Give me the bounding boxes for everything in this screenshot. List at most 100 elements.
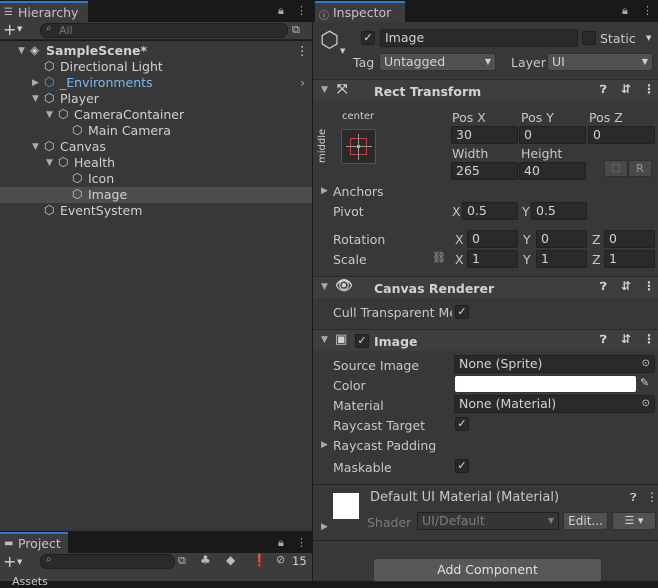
height-field[interactable]: 40	[519, 162, 586, 180]
open-prefab-arrow-icon[interactable]: ›	[300, 75, 305, 91]
help-icon[interactable]: ❓︎	[600, 333, 607, 347]
hierarchy-item[interactable]: ▼ ⬡ Canvas	[0, 139, 312, 155]
static-checkbox[interactable]	[582, 31, 596, 45]
layer-dropdown[interactable]: UI ▼	[547, 53, 653, 71]
preset-icon[interactable]: ⇵	[621, 279, 631, 293]
preset-icon[interactable]: ⇵	[621, 82, 631, 96]
object-name-field[interactable]: Image	[380, 29, 578, 47]
posx-field[interactable]: 30	[451, 126, 518, 144]
search-by-type-icon[interactable]: ⧉	[178, 554, 186, 568]
add-component-button[interactable]: Add Component	[373, 558, 602, 582]
blueprint-mode-button[interactable]: ⬚	[604, 160, 628, 177]
hierarchy-item[interactable]: ⬡ EventSystem	[0, 203, 312, 219]
posy-field[interactable]: 0	[519, 126, 586, 144]
add-button[interactable]: +	[3, 552, 16, 571]
more-menu-icon[interactable]: ⋮	[643, 332, 655, 346]
tab-hierarchy[interactable]: ☰ Hierarchy	[0, 1, 88, 22]
width-field[interactable]: 265	[451, 162, 518, 180]
lock-icon[interactable]: 🔒︎	[278, 4, 284, 18]
source-image-field[interactable]: None (Sprite) ⊙	[454, 355, 655, 373]
scene-visibility-icon[interactable]: ⧉	[292, 23, 300, 37]
hierarchy-item[interactable]: ▼ ⬡ Health	[0, 155, 312, 171]
add-button[interactable]: +	[3, 20, 16, 39]
hidden-count-icon[interactable]: ⊘	[276, 553, 285, 566]
help-icon[interactable]: ❓︎	[630, 491, 637, 505]
more-menu-icon[interactable]: ⋮	[296, 4, 307, 17]
eyedropper-icon[interactable]: ✎	[640, 376, 649, 389]
dropdown-icon[interactable]: ▼	[17, 558, 22, 566]
image-component-header[interactable]: ▼ ▣ ✓ Image ❓︎ ⇵ ⋮	[313, 329, 658, 351]
maskable-checkbox[interactable]: ✓	[455, 459, 469, 473]
layer-label: Layer	[511, 55, 546, 70]
shader-dropdown[interactable]: UI/Default ▼	[417, 512, 559, 530]
lock-icon[interactable]: 🔒︎	[622, 4, 628, 18]
scene-menu-icon[interactable]: ⋮	[296, 43, 309, 59]
anchors-label[interactable]: Anchors	[333, 184, 384, 199]
filter-icon[interactable]: ♣	[200, 553, 211, 567]
raycast-padding-label[interactable]: Raycast Padding	[333, 438, 436, 453]
scale-y-field[interactable]: 1	[536, 250, 587, 268]
foldout-expanded-icon[interactable]: ▼	[46, 155, 53, 171]
more-menu-icon[interactable]: ⋮	[642, 4, 653, 17]
object-picker-icon[interactable]: ⊙	[642, 396, 650, 412]
raycast-target-checkbox[interactable]: ✓	[455, 417, 469, 431]
project-toolbar: + ▼ ⌕ ⧉ ♣ ◆ ❗ ⊘ 15 Assets	[0, 552, 312, 588]
foldout-expanded-icon[interactable]: ▼	[32, 91, 39, 107]
hierarchy-item[interactable]: ⬡ Image	[0, 187, 312, 203]
shader-options-button[interactable]: ☰ ▾	[612, 512, 656, 530]
foldout-expanded-icon[interactable]: ▼	[32, 139, 39, 155]
foldout-expanded-icon[interactable]: ▼	[18, 43, 25, 59]
icon-dropdown[interactable]: ▼	[340, 47, 345, 55]
label-icon[interactable]: ◆	[226, 553, 235, 567]
rot-x-field[interactable]: 0	[467, 230, 518, 248]
tag-dropdown[interactable]: Untagged ▼	[379, 53, 496, 71]
constrain-proportions-icon[interactable]: ⛓︎	[432, 251, 446, 264]
pivot-y-field[interactable]: 0.5	[531, 202, 587, 220]
lock-icon[interactable]: 🔒︎	[278, 536, 284, 550]
color-swatch[interactable]	[455, 376, 636, 392]
raycast-padding-foldout-icon[interactable]: ▶	[321, 440, 328, 450]
material-field[interactable]: None (Material) ⊙	[454, 395, 655, 413]
edit-shader-button[interactable]: Edit...	[563, 512, 608, 530]
raw-edit-button[interactable]: R	[628, 160, 652, 177]
hierarchy-item[interactable]: ▼ ⬡ CameraContainer	[0, 107, 312, 123]
scale-x-field[interactable]: 1	[467, 250, 518, 268]
hierarchy-item[interactable]: ⬡ Main Camera	[0, 123, 312, 139]
preset-icon[interactable]: ⇵	[621, 332, 631, 346]
static-dropdown-icon[interactable]: ▼	[646, 34, 651, 42]
cull-transparent-checkbox[interactable]: ✓	[455, 305, 469, 319]
hierarchy-item[interactable]: ⬡ Directional Light	[0, 59, 312, 75]
more-menu-icon[interactable]: ⋮	[643, 279, 655, 293]
more-menu-icon[interactable]: ⋮	[643, 82, 655, 96]
more-menu-icon[interactable]: ⋮	[296, 536, 307, 549]
active-checkbox[interactable]: ✓	[361, 31, 375, 45]
foldout-collapsed-icon[interactable]: ▶	[32, 75, 39, 91]
hierarchy-item[interactable]: ▼ ◈ SampleScene* ⋮	[0, 43, 312, 59]
pivot-x-field[interactable]: 0.5	[462, 202, 518, 220]
image-enabled-checkbox[interactable]: ✓	[355, 334, 369, 348]
search-input[interactable]: ⌕ All	[40, 23, 288, 38]
tab-project[interactable]: ▬ Project	[0, 532, 68, 553]
foldout-expanded-icon[interactable]: ▼	[46, 107, 53, 123]
object-picker-icon[interactable]: ⊙	[642, 356, 650, 372]
help-icon[interactable]: ❓︎	[600, 280, 607, 294]
help-icon[interactable]: ❓︎	[600, 83, 607, 97]
more-menu-icon[interactable]: ⋮	[646, 490, 658, 504]
tab-inspector[interactable]: ⓘ Inspector	[315, 1, 405, 22]
posz-field[interactable]: 0	[588, 126, 655, 144]
rot-z-field[interactable]: 0	[604, 230, 655, 248]
rect-transform-header[interactable]: ▼ ⤧ Rect Transform ❓︎ ⇵ ⋮	[313, 79, 658, 101]
project-search-input[interactable]: ⌕	[40, 554, 175, 569]
hierarchy-item[interactable]: ▼ ⬡ Player	[0, 91, 312, 107]
scale-z-field[interactable]: 1	[604, 250, 655, 268]
canvas-renderer-header[interactable]: ▼ 👁︎ Canvas Renderer ❓︎ ⇵ ⋮	[313, 276, 658, 298]
hierarchy-item[interactable]: ▶ ⬡ _Environments ›	[0, 75, 312, 91]
material-foldout-icon[interactable]: ▶	[321, 522, 328, 532]
gameobject-cube-icon: ⬡	[44, 203, 55, 217]
hierarchy-item[interactable]: ⬡ Icon	[0, 171, 312, 187]
warning-icon[interactable]: ❗	[252, 553, 267, 567]
anchors-foldout-icon[interactable]: ▶	[321, 186, 328, 196]
dropdown-icon[interactable]: ▼	[17, 25, 22, 33]
rot-y-field[interactable]: 0	[536, 230, 587, 248]
anchor-preset-button[interactable]	[341, 129, 376, 164]
